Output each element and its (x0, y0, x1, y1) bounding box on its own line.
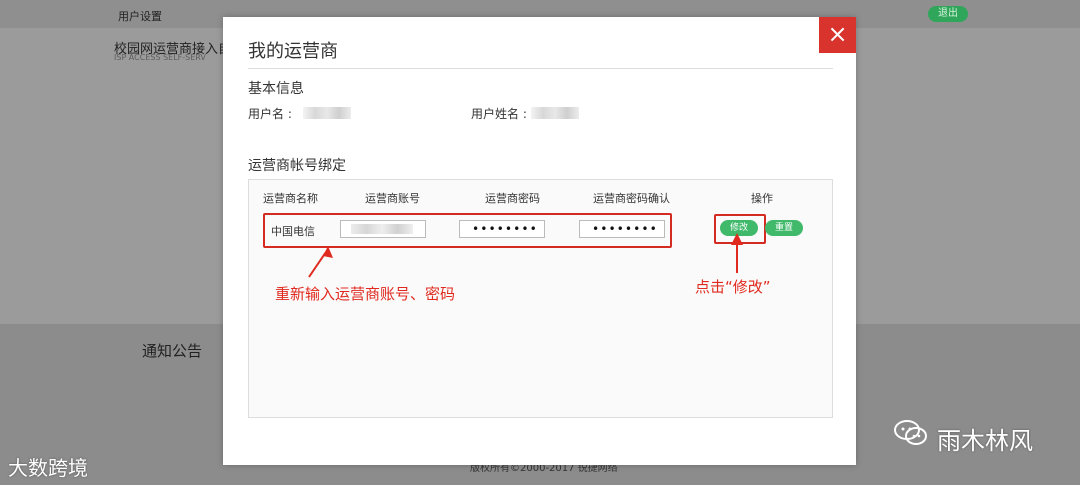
close-button[interactable]: × (819, 17, 856, 53)
fullname-label: 用户姓名 : (471, 107, 527, 121)
background-nav[interactable]: 用户设置 (118, 8, 162, 24)
header-actions: 操作 (751, 192, 773, 205)
header-carrier-name: 运营商名称 (263, 192, 318, 205)
left-watermark: 大数跨境 (8, 456, 88, 480)
reenter-arrow-icon (308, 246, 333, 278)
account-value-redacted (351, 224, 413, 234)
notice-title: 通知公告 (142, 342, 203, 360)
reenter-annotation: 重新输入运营商账号、密码 (275, 285, 456, 303)
edit-annotation: 点击“修改” (695, 278, 771, 296)
edit-arrow-icon (731, 233, 743, 273)
carrier-modal: × 我的运营商 基本信息 用户名 : 用户姓名 : 运营商帐号绑定 运营商名称 … (223, 17, 856, 465)
logout-button[interactable]: 退出 (928, 6, 968, 22)
basic-info-title: 基本信息 (248, 81, 304, 97)
background-subtitle: ISP ACCESS SELF-SERV (114, 53, 206, 62)
username-label: 用户名 : (248, 107, 292, 121)
header-password-confirm: 运营商密码确认 (593, 192, 670, 205)
modal-title: 我的运营商 (248, 41, 338, 62)
fullname-value-redacted (531, 107, 579, 119)
header-carrier-password: 运营商密码 (485, 192, 540, 205)
carrier-password-input[interactable]: •••••••• (459, 220, 545, 238)
username-value-redacted (303, 107, 351, 119)
wechat-icon (894, 420, 927, 445)
carrier-name: 中国电信 (271, 225, 315, 238)
reset-button[interactable]: 重置 (765, 220, 803, 236)
title-divider (248, 68, 833, 69)
right-watermark: 雨木林风 (937, 427, 1033, 455)
carrier-account-input[interactable] (340, 220, 426, 238)
header-carrier-account: 运营商账号 (365, 192, 420, 205)
carrier-password-confirm-input[interactable]: •••••••• (579, 220, 665, 238)
binding-title: 运营商帐号绑定 (248, 158, 346, 174)
